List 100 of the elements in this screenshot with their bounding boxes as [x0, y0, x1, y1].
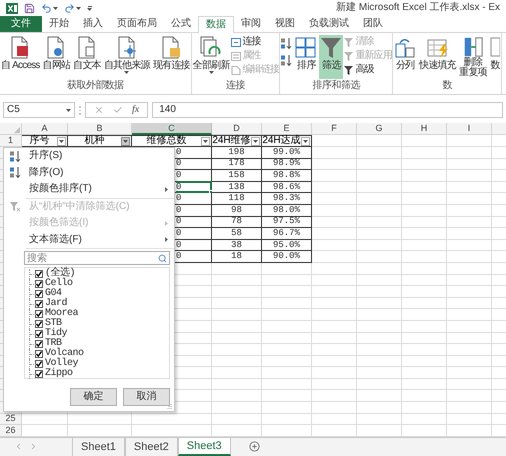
- grid-cell: [447, 286, 492, 298]
- ribbon-tab[interactable]: 负载测试: [302, 16, 356, 32]
- ribbon-button[interactable]: 分列: [393, 35, 418, 79]
- ribbon-button[interactable]: 自其他来源: [102, 35, 151, 79]
- sheet-tab[interactable]: Sheet1: [72, 438, 125, 456]
- grid-cell: [357, 274, 402, 286]
- ribbon-button[interactable]: 全部刷新: [192, 35, 230, 79]
- row-header[interactable]: 25: [0, 414, 22, 426]
- ribbon-tab[interactable]: 开始: [42, 16, 76, 32]
- table-cell: 158: [228, 170, 245, 180]
- grid-cell: [212, 332, 262, 344]
- menu-item[interactable]: 文本筛选(F): [4, 232, 174, 248]
- grid-cell: [357, 367, 402, 379]
- add-sheet-icon[interactable]: [248, 441, 260, 452]
- filter-button[interactable]: [57, 136, 66, 146]
- ribbon-button[interactable]: 现有连接: [152, 35, 191, 79]
- row-header[interactable]: 1: [0, 135, 22, 147]
- checkbox[interactable]: [35, 340, 43, 348]
- table-cell: 98: [231, 206, 242, 215]
- checkbox[interactable]: [35, 320, 43, 328]
- checkbox[interactable]: [35, 330, 43, 338]
- redo-icon: [64, 2, 75, 14]
- table-cell-text: 0: [176, 251, 182, 262]
- grid-cell: [447, 320, 492, 332]
- filter-button[interactable]: [201, 136, 210, 146]
- customize-toolbar-button[interactable]: [87, 6, 92, 10]
- search-field[interactable]: 搜索: [24, 251, 170, 265]
- table-cell: 38: [231, 240, 242, 250]
- table-cell: 90.0%: [272, 252, 300, 262]
- column-header[interactable]: A: [22, 123, 68, 135]
- ribbon-tab[interactable]: 公式: [164, 16, 198, 32]
- column-header[interactable]: H: [402, 123, 447, 135]
- checkbox[interactable]: [35, 310, 43, 318]
- ribbon-tab[interactable]: 页面布局: [110, 16, 164, 32]
- undo-button[interactable]: [41, 2, 58, 14]
- value-label: Tidy: [45, 329, 68, 339]
- sheet-tab[interactable]: Sheet3: [178, 438, 231, 456]
- ribbon-button[interactable]: 排序: [294, 35, 318, 79]
- table-cell-text: 0: [176, 170, 182, 181]
- grid-cell: [402, 193, 447, 205]
- column-header[interactable]: C: [132, 123, 212, 135]
- column-header[interactable]: E: [262, 123, 312, 135]
- ribbon-tab[interactable]: 插入: [76, 16, 110, 32]
- checkbox[interactable]: [35, 350, 43, 358]
- ribbon-button[interactable]: 删除 重复项: [458, 35, 488, 79]
- checkbox[interactable]: [35, 370, 43, 378]
- grid-cell: [357, 251, 402, 263]
- grid-cell: [402, 158, 447, 170]
- ribbon-tab[interactable]: 审阅: [234, 16, 268, 32]
- grid-cell: [357, 216, 402, 228]
- menu-item[interactable]: 降序(O): [4, 164, 174, 181]
- filter-clear-icon: [344, 52, 354, 60]
- row-header[interactable]: 26: [0, 425, 22, 437]
- group-label: 数: [441, 80, 453, 93]
- sort-descending-button[interactable]: [281, 55, 292, 66]
- value-label: Volley: [45, 359, 78, 369]
- ribbon-tab[interactable]: 文件: [0, 16, 42, 32]
- ribbon-button[interactable]: 快速填充: [418, 35, 457, 79]
- resize-grip-icon[interactable]: [167, 404, 172, 409]
- name-box[interactable]: C5: [3, 102, 75, 118]
- ribbon-tab[interactable]: 团队: [356, 16, 390, 32]
- redo-button[interactable]: [64, 2, 81, 14]
- grid-cell: [447, 274, 492, 286]
- checkbox[interactable]: [35, 360, 43, 368]
- ribbon-tab[interactable]: 数据: [198, 16, 234, 33]
- properties-icon: [231, 52, 242, 60]
- ribbon-tab[interactable]: 视图: [268, 16, 302, 32]
- checkbox[interactable]: [35, 270, 43, 278]
- ribbon-button[interactable]: 数: [489, 35, 502, 79]
- ribbon-button[interactable]: 自文本: [72, 35, 102, 79]
- formula-field[interactable]: 140: [152, 102, 503, 118]
- ribbon-small-button[interactable]: 连接: [231, 36, 280, 48]
- checkbox[interactable]: [35, 300, 43, 308]
- menu-item[interactable]: 按颜色排序(T): [4, 181, 174, 198]
- filter-button[interactable]: [301, 136, 310, 146]
- grid-cell: [447, 240, 492, 252]
- drag-handle-icon: [79, 106, 81, 114]
- menu-item[interactable]: 升序(S): [4, 148, 174, 164]
- filter-button[interactable]: [251, 136, 260, 146]
- ribbon-button[interactable]: 自 Access: [0, 35, 41, 79]
- checkbox[interactable]: [35, 280, 43, 288]
- sort-ascending-button[interactable]: [281, 38, 292, 49]
- filter-button[interactable]: [121, 136, 130, 146]
- dropdown-caret-icon: [253, 140, 258, 142]
- column-header[interactable]: G: [357, 123, 402, 135]
- ribbon-button[interactable]: 筛选: [319, 35, 344, 79]
- ribbon-small-button[interactable]: 高级: [344, 64, 392, 76]
- column-header[interactable]: F: [312, 123, 357, 135]
- column-header[interactable]: B: [68, 123, 132, 135]
- grid-cell: [262, 402, 312, 414]
- column-header[interactable]: D: [212, 123, 262, 135]
- ribbon-button[interactable]: 自网站: [42, 35, 72, 79]
- column-header[interactable]: I: [447, 123, 492, 135]
- save-button[interactable]: [24, 2, 35, 14]
- dialog-button[interactable]: 取消: [123, 388, 170, 406]
- table-cell: 24H达成: [262, 136, 301, 146]
- checkbox[interactable]: [35, 290, 43, 298]
- insert-function-button[interactable]: fx: [132, 105, 140, 115]
- dialog-button[interactable]: 确定: [70, 388, 117, 406]
- caret-icon: [124, 71, 130, 74]
